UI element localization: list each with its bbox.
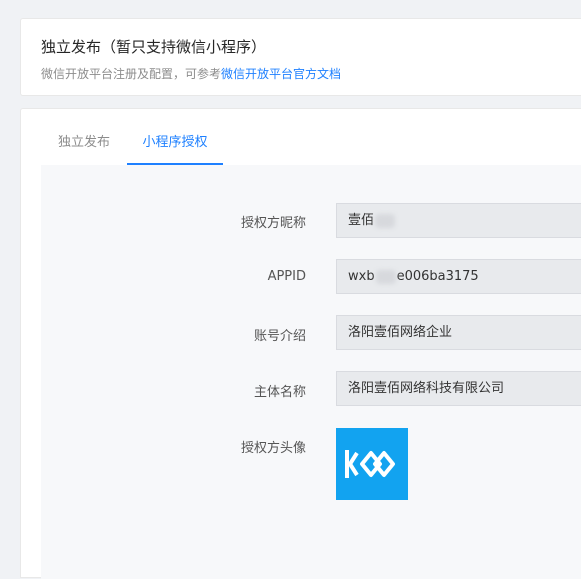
brand-logo-icon: [345, 450, 395, 478]
appid-field: wxb e006ba3175: [336, 259, 581, 294]
docs-link[interactable]: 微信开放平台官方文档: [221, 67, 341, 81]
avatar-label: 授权方头像: [240, 441, 306, 456]
subject-field: 洛阳壹佰网络科技有限公司: [336, 371, 581, 406]
appid-prefix: wxb: [348, 269, 375, 284]
page-description: 微信开放平台注册及配置，可参考微信开放平台官方文档: [41, 65, 341, 82]
page-title: 独立发布（暂只支持微信小程序）: [41, 38, 267, 56]
intro-field: 洛阳壹佰网络企业: [336, 315, 581, 350]
nickname-value: 壹佰: [348, 213, 375, 228]
intro-label: 账号介绍: [253, 329, 306, 344]
redacted-blur: [375, 213, 396, 228]
tab-bar: 独立发布 小程序授权: [41, 129, 581, 166]
appid-suffix: e006ba3175: [396, 269, 479, 284]
tab-independent-publish[interactable]: 独立发布: [41, 129, 127, 164]
redacted-blur: [375, 269, 396, 284]
auth-info-panel: 授权方昵称 壹佰 APPID wxb e006ba3175 账号介绍 洛阳壹佰网络…: [41, 165, 581, 579]
subject-label: 主体名称: [253, 385, 306, 400]
avatar: [336, 428, 408, 500]
header-card: 独立发布（暂只支持微信小程序） 微信开放平台注册及配置，可参考微信开放平台官方文…: [20, 18, 581, 96]
appid-label: APPID: [267, 269, 306, 284]
main-card: 独立发布 小程序授权 授权方昵称 壹佰 APPID wxb e006ba3175 …: [20, 108, 581, 579]
tab-miniprogram-auth[interactable]: 小程序授权: [127, 129, 223, 165]
description-text: 微信开放平台注册及配置，可参考: [41, 67, 222, 81]
nickname-label: 授权方昵称: [240, 216, 306, 231]
nickname-field: 壹佰: [336, 203, 581, 238]
